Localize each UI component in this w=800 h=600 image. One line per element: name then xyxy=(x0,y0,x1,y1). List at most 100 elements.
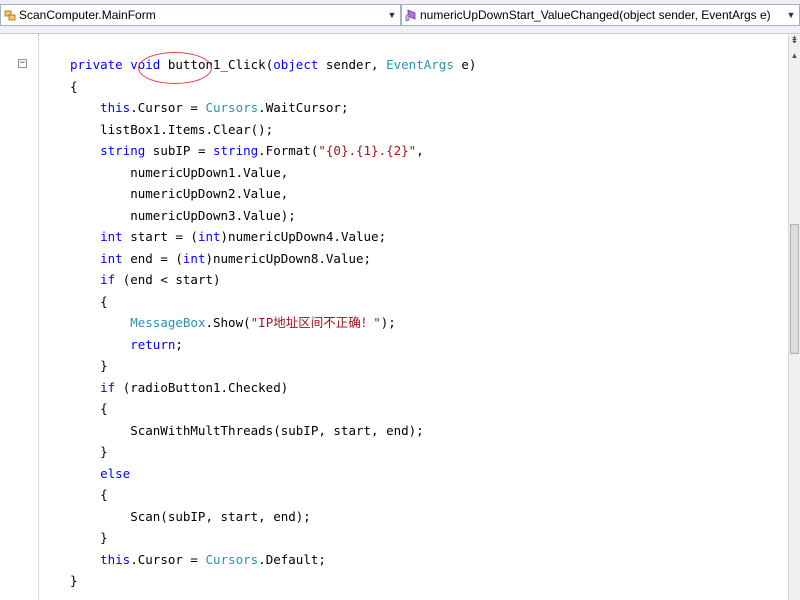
code-token: start = ( xyxy=(122,229,198,244)
code-line[interactable]: Scan(subIP, start, end); xyxy=(70,506,476,528)
code-line[interactable]: { xyxy=(70,398,476,420)
method-icon xyxy=(404,8,418,22)
class-dropdown[interactable]: ScanComputer.MainForm ▼ xyxy=(0,4,401,26)
code-token: numericUpDown2.Value, xyxy=(70,186,289,201)
code-token: e) xyxy=(453,57,477,72)
code-token: ScanWithMultThreads(subIP, start, end); xyxy=(70,422,424,438)
vertical-scrollbar[interactable]: ⇟ ▲ xyxy=(788,34,800,600)
code-token: } xyxy=(70,530,108,545)
code-token: listBox1.Items.Clear(); xyxy=(70,121,274,137)
scroll-up-icon[interactable]: ▲ xyxy=(789,49,800,63)
code-line[interactable]: } xyxy=(70,355,476,377)
code-token: int xyxy=(182,250,206,266)
code-token: int xyxy=(100,250,123,266)
code-token: .Cursor = xyxy=(130,551,206,567)
code-line[interactable]: numericUpDown1.Value, xyxy=(70,162,476,184)
code-token: private void xyxy=(70,57,168,72)
code-token: { xyxy=(70,78,78,94)
code-token: .Show( xyxy=(205,315,251,330)
navigation-bar: ScanComputer.MainForm ▼ numericUpDownSta… xyxy=(0,0,800,34)
code-line[interactable]: numericUpDown3.Value); xyxy=(70,205,476,227)
code-token: { xyxy=(70,487,108,502)
code-line[interactable]: string subIP = string.Format("{0}.{1}.{2… xyxy=(70,140,476,162)
code-line[interactable]: } xyxy=(70,441,476,463)
code-token: numericUpDown1.Value, xyxy=(70,164,289,180)
code-token: .Cursor = xyxy=(130,100,206,115)
code-token: object xyxy=(273,57,319,72)
code-token: MessageBox xyxy=(130,315,206,330)
code-token: ; xyxy=(175,336,183,352)
code-token: return xyxy=(130,336,176,352)
code-token: EventArgs xyxy=(386,57,454,72)
code-token: )numericUpDown8.Value; xyxy=(205,250,372,266)
code-line[interactable]: if (radioButton1.Checked) xyxy=(70,377,476,399)
code-token: "IP地址区间不正确！" xyxy=(250,315,381,330)
code-token: ); xyxy=(380,315,396,330)
code-token: { xyxy=(70,293,108,309)
code-line[interactable]: return; xyxy=(70,334,476,356)
chevron-down-icon[interactable]: ▼ xyxy=(386,10,398,20)
code-line[interactable]: ScanWithMultThreads(subIP, start, end); xyxy=(70,420,476,442)
code-token: .Default; xyxy=(258,551,326,567)
code-line[interactable]: } xyxy=(70,570,476,592)
code-token: string xyxy=(100,143,146,158)
code-token: button1_Click xyxy=(167,57,266,72)
collapse-icon[interactable]: − xyxy=(18,59,27,68)
code-token: Cursors xyxy=(205,100,259,115)
code-editor[interactable]: − private void button1_Click(object send… xyxy=(0,34,788,600)
code-token: end = ( xyxy=(122,250,183,266)
member-dropdown-value: numericUpDownStart_ValueChanged(object s… xyxy=(420,8,771,22)
class-icon xyxy=(3,8,17,22)
chevron-down-icon[interactable]: ▼ xyxy=(785,10,797,20)
code-line[interactable]: listBox1.Items.Clear(); xyxy=(70,119,476,141)
code-line[interactable]: { xyxy=(70,484,476,506)
code-token: Scan(subIP, start, end); xyxy=(70,508,311,524)
code-line[interactable]: this.Cursor = Cursors.Default; xyxy=(70,549,476,571)
code-line[interactable]: private void button1_Click(object sender… xyxy=(70,54,476,76)
code-token: this xyxy=(100,100,131,115)
code-line[interactable]: { xyxy=(70,291,476,313)
code-token: Cursors xyxy=(205,551,259,567)
code-line[interactable]: int end = (int)numericUpDown8.Value; xyxy=(70,248,476,270)
code-token: (radioButton1.Checked) xyxy=(115,379,289,395)
code-line[interactable]: if (end < start) xyxy=(70,269,476,291)
code-token: } xyxy=(70,444,108,459)
code-line[interactable]: { xyxy=(70,76,476,98)
member-dropdown[interactable]: numericUpDownStart_ValueChanged(object s… xyxy=(401,4,800,26)
code-token: } xyxy=(70,358,108,373)
code-token: if xyxy=(100,272,116,287)
splitter-icon[interactable]: ⇟ xyxy=(789,34,800,48)
scroll-thumb[interactable] xyxy=(790,224,799,354)
code-token: , xyxy=(416,143,424,158)
code-text[interactable]: private void button1_Click(object sender… xyxy=(70,54,476,592)
code-line[interactable]: this.Cursor = Cursors.WaitCursor; xyxy=(70,97,476,119)
code-line[interactable]: int start = (int)numericUpDown4.Value; xyxy=(70,226,476,248)
code-line[interactable]: else xyxy=(70,463,476,485)
code-line[interactable]: } xyxy=(70,527,476,549)
code-token: else xyxy=(100,465,131,481)
code-token: numericUpDown3.Value); xyxy=(70,207,296,223)
code-token: sender, xyxy=(318,57,387,72)
class-dropdown-value: ScanComputer.MainForm xyxy=(19,8,156,22)
code-token: subIP = xyxy=(145,143,213,158)
code-line[interactable]: numericUpDown2.Value, xyxy=(70,183,476,205)
code-line[interactable]: MessageBox.Show("IP地址区间不正确！"); xyxy=(70,312,476,334)
code-token: this xyxy=(100,551,131,567)
code-token: .Format( xyxy=(258,143,319,158)
code-token: int xyxy=(197,229,221,244)
code-token: .WaitCursor; xyxy=(258,100,349,115)
code-token: { xyxy=(70,401,108,416)
code-token: )numericUpDown4.Value; xyxy=(220,229,387,244)
outline-margin xyxy=(38,34,39,600)
code-token: string xyxy=(213,143,259,158)
code-token: (end < start) xyxy=(115,272,221,287)
